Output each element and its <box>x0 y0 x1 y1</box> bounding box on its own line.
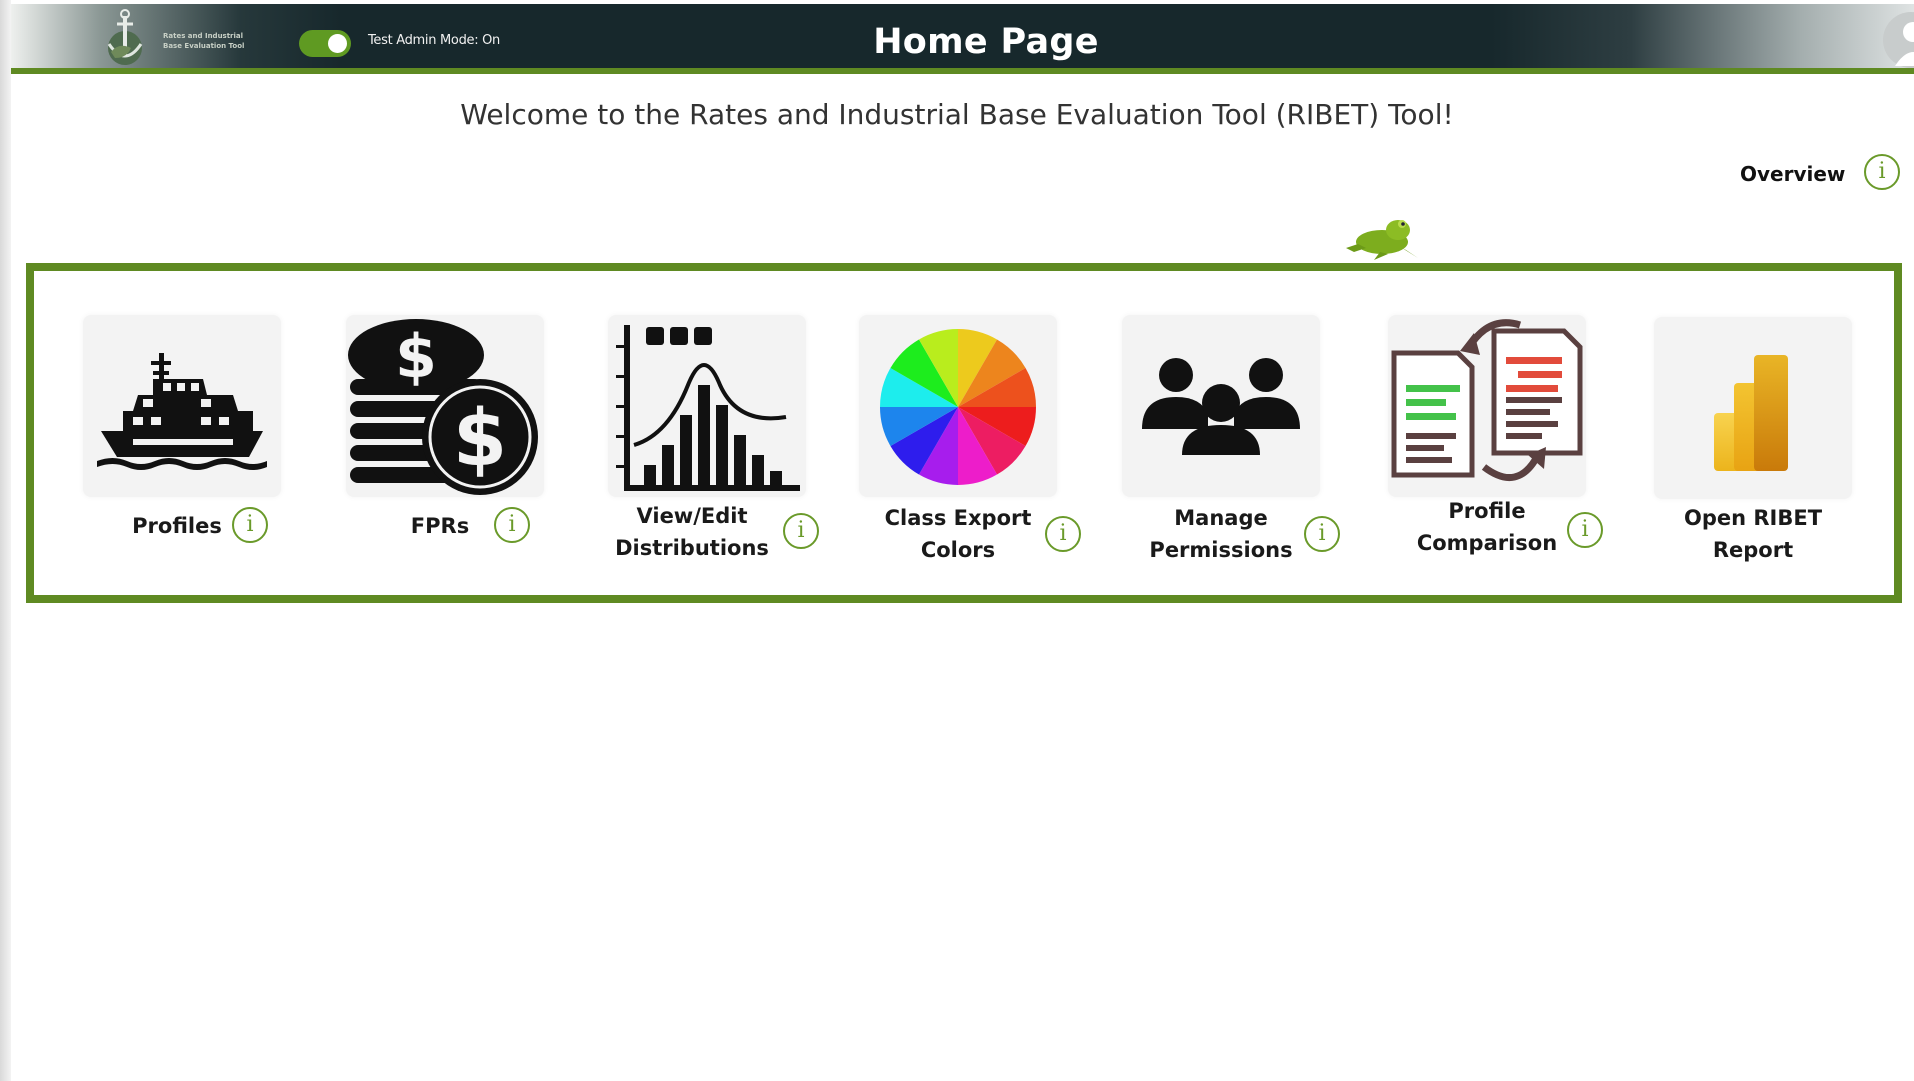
view-edit-distributions-label-line-2: Distributions <box>615 536 769 560</box>
people-group-icon <box>1142 358 1300 455</box>
manage-permissions-tile[interactable] <box>1122 315 1320 497</box>
profiles-info-icon[interactable]: i <box>232 507 268 543</box>
open-ribet-report-label[interactable]: Open RIBET Report <box>1633 502 1873 566</box>
fprs-label-text: FPRs <box>410 514 470 538</box>
class-export-colors-info-icon[interactable]: i <box>1045 516 1081 552</box>
profiles-tile[interactable] <box>83 315 281 497</box>
profile-comparison-info-icon[interactable]: i <box>1567 512 1603 548</box>
view-edit-distributions-tile[interactable] <box>608 315 806 497</box>
overview-label[interactable]: Overview <box>1740 162 1845 186</box>
page-title: Home Page <box>873 22 1099 62</box>
user-avatar-icon[interactable] <box>1881 10 1914 70</box>
profile-comparison-tile[interactable] <box>1388 315 1586 497</box>
open-ribet-report-tile[interactable] <box>1654 317 1852 499</box>
view-edit-distributions-info-icon[interactable]: i <box>783 513 819 549</box>
svg-text:$: $ <box>395 322 437 392</box>
admin-mode-toggle[interactable] <box>299 30 351 57</box>
class-export-colors-label-line-2: Colors <box>920 538 996 562</box>
distribution-chart-icon <box>616 325 800 491</box>
admin-mode-label: Test Admin Mode: On <box>368 33 500 48</box>
anchor-logo-icon <box>107 9 143 65</box>
logo-wordmark: Rates and Industrial Base Evaluation Too… <box>163 31 271 51</box>
dollar-coins-icon: $ $ <box>348 319 538 495</box>
svg-text:$: $ <box>453 394 507 484</box>
class-export-colors-tile[interactable] <box>859 315 1057 497</box>
manage-permissions-info-icon[interactable]: i <box>1304 516 1340 552</box>
header-bar: Rates and Industrial Base Evaluation Too… <box>11 4 1914 70</box>
frog-mascot-icon <box>1346 220 1418 260</box>
window-left-edge <box>0 0 11 1081</box>
fprs-tile[interactable]: $ $ <box>346 315 544 497</box>
class-export-colors-label-line-1: Class Export <box>884 506 1032 530</box>
overview-info-icon[interactable]: i <box>1864 154 1900 190</box>
power-bi-icon <box>1714 355 1788 471</box>
welcome-message: Welcome to the Rates and Industrial Base… <box>460 98 1454 131</box>
view-edit-distributions-label-line-1: View/Edit <box>636 504 748 528</box>
header-divider <box>11 68 1914 74</box>
profiles-label-text: Profiles <box>132 514 222 538</box>
class-export-colors-label[interactable]: Class Export Colors <box>838 502 1078 566</box>
logo-text-line-1: Rates and Industrial <box>163 32 244 40</box>
open-ribet-report-label-line-2: Report <box>1712 538 1794 562</box>
ship-icon <box>97 353 267 470</box>
open-ribet-report-label-line-1: Open RIBET <box>1683 506 1823 530</box>
color-wheel-icon <box>880 329 1036 485</box>
toggle-knob <box>328 34 347 53</box>
logo-text-line-2: Base Evaluation Tool <box>163 42 245 50</box>
view-edit-distributions-label[interactable]: View/Edit Distributions <box>572 500 812 564</box>
fprs-info-icon[interactable]: i <box>494 507 530 543</box>
document-compare-icon <box>1391 319 1583 481</box>
